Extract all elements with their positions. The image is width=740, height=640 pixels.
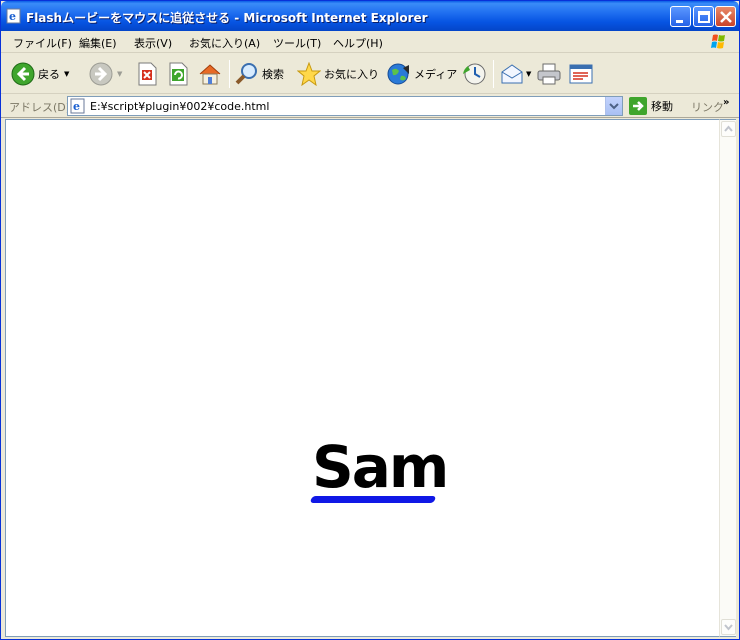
address-dropdown-button[interactable] bbox=[605, 97, 622, 115]
menu-view[interactable]: 表示(V) bbox=[134, 35, 172, 51]
go-label: 移動 bbox=[651, 100, 673, 113]
mail-button[interactable]: ▼ bbox=[500, 61, 531, 87]
forward-button[interactable]: ▼ bbox=[89, 61, 122, 87]
minimize-icon bbox=[676, 20, 683, 23]
menu-edit[interactable]: 編集(E) bbox=[79, 35, 117, 51]
ie-page-icon: e bbox=[6, 8, 21, 24]
address-url: E:¥script¥plugin¥002¥code.html bbox=[90, 100, 270, 113]
printer-icon bbox=[537, 63, 561, 85]
maximize-button[interactable] bbox=[693, 6, 714, 27]
forward-arrow-icon bbox=[89, 62, 113, 86]
close-icon bbox=[720, 11, 732, 23]
address-bar: アドレス(D) e E:¥script¥plugin¥002¥code.html… bbox=[1, 94, 739, 118]
flash-movie-text[interactable]: Sam bbox=[312, 438, 449, 496]
scroll-down-button[interactable] bbox=[721, 619, 736, 635]
go-button[interactable]: 移動 bbox=[629, 97, 687, 115]
chevron-right-icon[interactable]: » bbox=[723, 97, 729, 108]
forward-dropdown-icon[interactable]: ▼ bbox=[117, 70, 122, 78]
mail-dropdown-icon[interactable]: ▼ bbox=[526, 70, 531, 78]
windows-logo-icon bbox=[705, 32, 733, 52]
minimize-button[interactable] bbox=[670, 6, 691, 27]
history-icon bbox=[463, 63, 486, 85]
search-button[interactable]: 検索 bbox=[235, 61, 284, 87]
menu-file[interactable]: ファイル(F) bbox=[13, 35, 72, 51]
stop-button[interactable] bbox=[136, 61, 158, 87]
print-button[interactable] bbox=[536, 61, 562, 87]
chevron-down-icon bbox=[724, 624, 733, 631]
stop-icon bbox=[138, 62, 157, 86]
chevron-up-icon bbox=[724, 125, 733, 132]
ie-page-icon: e bbox=[70, 98, 85, 114]
home-button[interactable] bbox=[197, 61, 223, 87]
media-button[interactable]: メディア bbox=[387, 61, 457, 87]
back-label: 戻る bbox=[38, 68, 60, 81]
refresh-button[interactable] bbox=[167, 61, 189, 87]
links-label[interactable]: リンク bbox=[691, 99, 724, 115]
go-arrow-icon bbox=[629, 97, 647, 115]
refresh-icon bbox=[169, 62, 188, 86]
chevron-down-icon bbox=[609, 103, 619, 110]
page-content[interactable]: Sam bbox=[5, 119, 719, 637]
menu-favorites[interactable]: お気に入り(A) bbox=[189, 35, 260, 51]
svg-text:e: e bbox=[9, 10, 16, 23]
address-label: アドレス(D) bbox=[9, 101, 71, 114]
search-icon bbox=[235, 63, 257, 85]
star-icon bbox=[297, 62, 321, 86]
ie-window: e Flashムービーをマウスに追従させる - Microsoft Intern… bbox=[0, 0, 740, 640]
media-label: メディア bbox=[414, 68, 458, 81]
address-input[interactable]: e E:¥script¥plugin¥002¥code.html bbox=[67, 96, 623, 116]
favorites-label: お気に入り bbox=[324, 68, 379, 81]
favorites-button[interactable]: お気に入り bbox=[297, 61, 379, 87]
close-button[interactable] bbox=[715, 6, 736, 27]
title-bar[interactable]: e Flashムービーをマウスに追従させる - Microsoft Intern… bbox=[1, 1, 739, 31]
home-icon bbox=[199, 64, 221, 85]
toolbar-separator bbox=[229, 60, 230, 88]
toolbar-separator bbox=[493, 60, 494, 88]
svg-text:e: e bbox=[73, 100, 80, 113]
media-globe-icon bbox=[387, 63, 409, 85]
edit-button[interactable] bbox=[568, 61, 594, 87]
flash-underline bbox=[309, 496, 437, 503]
back-dropdown-icon[interactable]: ▼ bbox=[64, 70, 69, 78]
maximize-icon bbox=[698, 11, 710, 23]
scroll-up-button[interactable] bbox=[721, 121, 736, 137]
menu-tools[interactable]: ツール(T) bbox=[273, 35, 321, 51]
standard-toolbar: 戻る ▼ ▼ 検索 お気に入り メディア ▼ bbox=[1, 54, 739, 94]
mail-icon bbox=[501, 64, 523, 84]
back-arrow-icon bbox=[11, 62, 35, 86]
menu-bar: ファイル(F) 編集(E) 表示(V) お気に入り(A) ツール(T) ヘルプ(… bbox=[1, 31, 739, 53]
back-button[interactable]: 戻る ▼ bbox=[11, 61, 69, 87]
edit-page-icon bbox=[569, 64, 593, 84]
search-label: 検索 bbox=[262, 68, 284, 81]
window-title: Flashムービーをマウスに追従させる - Microsoft Internet… bbox=[26, 11, 428, 25]
history-button[interactable] bbox=[461, 61, 487, 87]
vertical-scrollbar[interactable] bbox=[719, 119, 736, 637]
menu-help[interactable]: ヘルプ(H) bbox=[333, 35, 383, 51]
